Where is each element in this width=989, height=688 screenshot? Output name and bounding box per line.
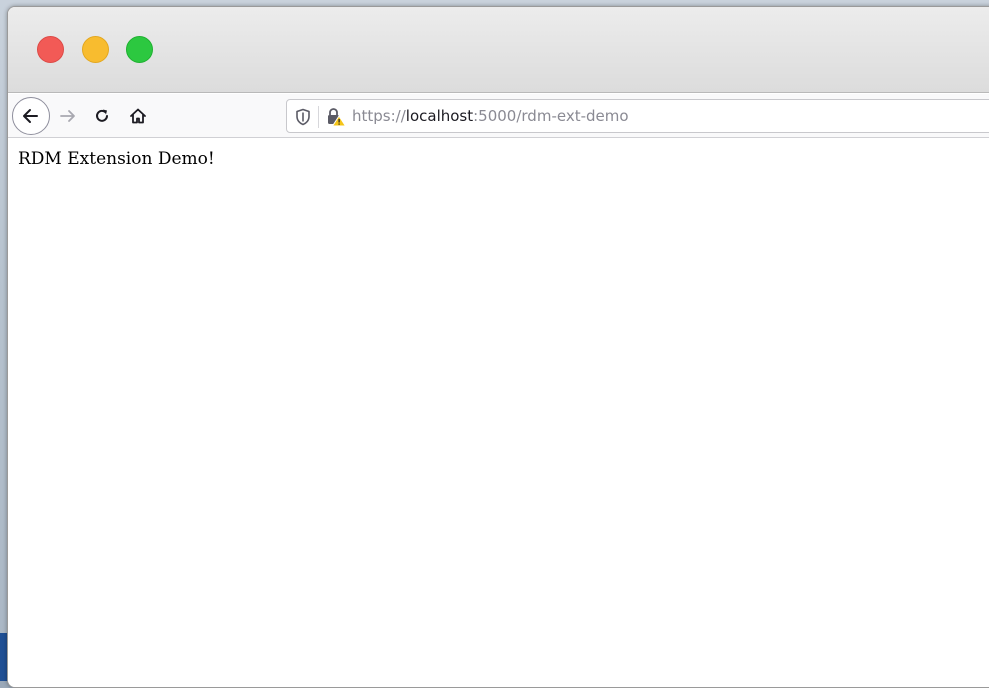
- arrow-left-icon: [21, 106, 41, 126]
- browser-window: https://localhost:5000/rdm-ext-demo RDM …: [7, 6, 989, 688]
- tracking-protection-shield-icon[interactable]: [293, 107, 313, 127]
- title-bar: [8, 7, 989, 93]
- address-bar[interactable]: https://localhost:5000/rdm-ext-demo: [286, 99, 989, 133]
- address-bar-separator: [318, 106, 319, 128]
- page-body-text: RDM Extension Demo!: [18, 149, 215, 169]
- minimize-window-button[interactable]: [82, 36, 109, 63]
- close-window-button[interactable]: [37, 36, 64, 63]
- url-text[interactable]: https://localhost:5000/rdm-ext-demo: [352, 100, 629, 132]
- home-button[interactable]: [124, 102, 152, 130]
- maximize-window-button[interactable]: [126, 36, 153, 63]
- page-content: RDM Extension Demo!: [8, 139, 989, 688]
- forward-button[interactable]: [54, 102, 82, 130]
- navigation-toolbar: https://localhost:5000/rdm-ext-demo: [8, 94, 989, 138]
- reload-button[interactable]: [88, 102, 116, 130]
- home-icon: [128, 106, 148, 126]
- insecure-lock-warning-icon[interactable]: [325, 107, 347, 127]
- url-path: :5000/rdm-ext-demo: [473, 107, 628, 125]
- arrow-right-icon: [58, 106, 78, 126]
- reload-icon: [92, 106, 112, 126]
- back-button[interactable]: [12, 97, 50, 135]
- url-host: localhost: [406, 107, 473, 125]
- url-scheme: https://: [352, 107, 406, 125]
